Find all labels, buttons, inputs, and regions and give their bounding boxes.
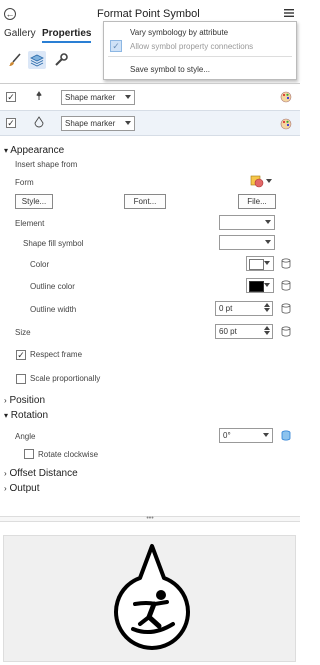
outline-color-label: Outline color	[30, 282, 75, 291]
menu-item-vary-symbology[interactable]: Vary symbology by attribute	[130, 28, 228, 37]
preview-splitter[interactable]: •••	[0, 515, 300, 522]
angle-dropdown[interactable]: 0°	[219, 428, 273, 443]
spinner-arrows-icon	[264, 303, 270, 312]
header-divider	[0, 83, 300, 84]
layer-row[interactable]: Shape marker	[0, 86, 300, 108]
layers-tab-button[interactable]	[28, 51, 46, 69]
output-section-header[interactable]: › Output	[4, 483, 39, 494]
palette-icon	[280, 91, 292, 103]
chevron-down-icon	[264, 261, 270, 265]
wrench-icon	[55, 53, 68, 66]
chevron-down-icon: ▾	[4, 146, 9, 155]
outline-color-swatch	[249, 281, 264, 292]
tab-gallery[interactable]: Gallery	[4, 28, 36, 39]
attribute-connection-icon[interactable]	[281, 303, 291, 314]
offset-section-header[interactable]: › Offset Distance	[4, 468, 78, 479]
attribute-connection-icon[interactable]	[281, 258, 291, 269]
attribute-connection-icon[interactable]	[281, 280, 291, 291]
checkmark-icon: ✓	[112, 40, 120, 51]
form-label: Form	[15, 178, 34, 187]
color-picker[interactable]	[246, 256, 274, 271]
color-swatch	[249, 259, 264, 270]
chevron-down-icon	[264, 283, 270, 287]
layer-type-dropdown[interactable]: Shape marker	[61, 116, 135, 131]
layer-visibility-checkbox[interactable]	[6, 92, 16, 102]
layers-icon	[30, 54, 44, 67]
style-button[interactable]: Style...	[15, 194, 53, 209]
rotate-clockwise-label: Rotate clockwise	[38, 450, 99, 459]
hamburger-icon	[284, 9, 294, 17]
attribute-connection-active-icon[interactable]	[281, 430, 291, 441]
appearance-section-header[interactable]: ▾ Appearance	[4, 145, 64, 156]
insert-shape-label: Insert shape from	[15, 160, 78, 169]
rotation-section-header[interactable]: ▾ Rotation	[4, 410, 48, 421]
layer-visibility-checkbox[interactable]	[6, 118, 16, 128]
attribute-connection-icon[interactable]	[281, 326, 291, 337]
menu-item-allow-connections: Allow symbol property connections	[130, 42, 254, 51]
color-label: Color	[30, 260, 50, 269]
layer-row-selected[interactable]: Shape marker	[0, 110, 300, 136]
element-dropdown[interactable]	[219, 215, 275, 230]
size-spinner[interactable]: 60 pt	[215, 324, 273, 339]
outline-color-picker[interactable]	[246, 278, 274, 293]
chevron-right-icon: ›	[4, 396, 7, 405]
shape-picker-icon	[250, 175, 264, 187]
chevron-right-icon: ›	[4, 469, 7, 478]
structure-tab-button[interactable]	[52, 51, 70, 69]
size-label: Size	[15, 328, 31, 337]
font-button[interactable]: Font...	[124, 194, 166, 209]
snowboarder-symbol-icon	[114, 544, 190, 650]
element-label: Element	[15, 219, 45, 228]
menu-separator	[108, 56, 292, 57]
symbol-tab-button[interactable]	[6, 51, 24, 69]
menu-check-box: ✓	[110, 40, 122, 52]
drop-shape-icon	[34, 116, 44, 128]
angle-label: Angle	[15, 432, 36, 441]
outline-width-label: Outline width	[30, 305, 77, 314]
chevron-down-icon: ▾	[4, 411, 9, 420]
spinner-arrows-icon	[264, 326, 270, 335]
scale-proportionally-checkbox[interactable]	[16, 374, 26, 384]
shape-fill-dropdown[interactable]	[219, 235, 275, 250]
chevron-down-icon	[263, 433, 269, 437]
menu-button[interactable]	[284, 8, 294, 18]
file-button[interactable]: File...	[238, 194, 276, 209]
chevron-down-icon	[125, 121, 131, 125]
position-section-header[interactable]: › Position	[4, 395, 45, 406]
symbol-preview	[3, 535, 296, 662]
panel-title: Format Point Symbol	[97, 8, 200, 20]
options-menu: Vary symbology by attribute ✓ Allow symb…	[103, 21, 297, 80]
respect-frame-checkbox[interactable]	[16, 350, 26, 360]
brush-icon	[9, 53, 21, 66]
back-button[interactable]: ←	[4, 8, 16, 20]
palette-icon	[280, 118, 292, 130]
layer-type-dropdown[interactable]: Shape marker	[61, 90, 135, 105]
menu-item-save-symbol[interactable]: Save symbol to style...	[130, 65, 210, 74]
form-picker[interactable]	[250, 173, 274, 188]
chevron-down-icon	[265, 220, 271, 224]
scale-proportionally-label: Scale proportionally	[30, 374, 101, 383]
respect-frame-label: Respect frame	[30, 350, 83, 359]
chevron-right-icon: ›	[4, 484, 7, 493]
rotate-clockwise-checkbox[interactable]	[24, 449, 34, 459]
grip-dots-icon: •••	[146, 515, 154, 522]
chevron-down-icon	[265, 240, 271, 244]
back-arrow-icon: ←	[5, 8, 15, 19]
outline-width-spinner[interactable]: 0 pt	[215, 301, 273, 316]
pin-icon	[36, 91, 42, 100]
shape-fill-label: Shape fill symbol	[23, 239, 84, 248]
tab-properties[interactable]: Properties	[42, 28, 92, 43]
chevron-down-icon	[125, 95, 131, 99]
